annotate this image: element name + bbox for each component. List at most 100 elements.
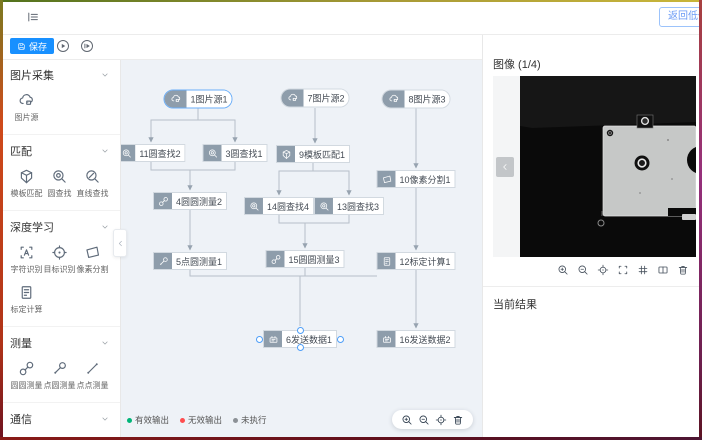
step-run-icon[interactable] — [80, 39, 94, 53]
node-label: 6发送数据1 — [282, 331, 336, 347]
legend-item: 未执行 — [233, 414, 267, 426]
hamburger-menu-icon[interactable] — [26, 10, 40, 24]
section-title: 通信 — [10, 411, 32, 427]
tool-calibration[interactable]: 标定计算 — [10, 284, 43, 315]
node-label: 8图片源3 — [404, 91, 449, 108]
zoom-out-icon[interactable] — [577, 264, 589, 276]
template-match-icon — [18, 168, 35, 185]
back-to-lowcode-button[interactable]: 返回低代码 — [659, 7, 702, 27]
flow-node-8[interactable]: 8图片源3 — [381, 90, 450, 109]
legend-label: 无效输出 — [188, 414, 222, 426]
node-label: 11圆查找2 — [135, 145, 184, 161]
sidebar-section-header[interactable]: 通信 — [10, 411, 110, 427]
compare-icon[interactable] — [657, 264, 669, 276]
chevron-down-icon — [100, 338, 110, 348]
legend-item: 有效输出 — [127, 414, 169, 426]
node-label: 13圆查找3 — [333, 198, 383, 214]
legend-dot — [127, 418, 132, 423]
flow-node-10[interactable]: 10像素分割1 — [376, 170, 455, 188]
tool-send-data[interactable] — [10, 436, 43, 440]
section-title: 匹配 — [10, 143, 32, 159]
previous-image-button[interactable] — [496, 157, 514, 177]
sidebar-section: 图片采集图片源 — [0, 59, 120, 135]
flow-node-7[interactable]: 7图片源2 — [280, 89, 349, 108]
chevron-left-icon — [500, 162, 510, 172]
tool-line-find[interactable]: 直线查找 — [76, 168, 109, 199]
legend-dot — [233, 418, 238, 423]
sidebar-collapse-handle[interactable] — [113, 229, 127, 257]
tool-circle-circle-measure[interactable]: 圆圆测量 — [10, 360, 43, 391]
sidebar-section-header[interactable]: 测量 — [10, 335, 110, 351]
sidebar-section-header[interactable]: 匹配 — [10, 143, 110, 159]
flow-node-12[interactable]: 12标定计算1 — [376, 252, 455, 270]
tool-point-point-measure[interactable]: 点点测量 — [76, 360, 109, 391]
fullscreen-icon[interactable] — [617, 264, 629, 276]
flow-node-11[interactable]: 11圆查找2 — [116, 144, 185, 162]
sidebar-section: 匹配模板匹配圆查找直线查找 — [0, 135, 120, 211]
tool-label: 点圆测量 — [44, 380, 76, 391]
tool-template-match[interactable]: 模板匹配 — [10, 168, 43, 199]
line-find-icon — [84, 168, 101, 185]
image-viewer[interactable] — [493, 76, 696, 257]
image-toolbar — [557, 264, 689, 276]
chevron-down-icon — [100, 414, 110, 424]
save-icon — [17, 42, 26, 51]
node-handle-left[interactable] — [256, 336, 263, 343]
flow-node-16[interactable]: 16发送数据2 — [376, 330, 455, 348]
cloud-image-icon — [164, 91, 186, 108]
tool-label: 标定计算 — [11, 304, 43, 315]
locate-icon[interactable] — [435, 414, 447, 426]
tool-char-recognition[interactable]: 字符识别 — [10, 244, 43, 275]
node-handle-bottom[interactable] — [297, 344, 304, 351]
flow-node-1[interactable]: 1图片源1 — [163, 90, 232, 109]
save-button[interactable]: 保存 — [10, 38, 54, 54]
node-label: 14圆查找4 — [263, 198, 313, 214]
trash-icon[interactable] — [677, 264, 689, 276]
top-bar: 返回低代码 — [0, 0, 702, 35]
target-recognition-icon — [51, 244, 68, 261]
section-items: 模板匹配圆查找直线查找 — [10, 168, 110, 208]
tool-cloud-image[interactable]: 图片源 — [10, 92, 43, 123]
flow-node-6[interactable]: 6发送数据1 — [263, 330, 337, 348]
tool-circle-find[interactable]: 圆查找 — [43, 168, 76, 199]
flow-toolbar: 保存 — [0, 34, 482, 60]
flow-node-4[interactable]: 4圆圆测量2 — [153, 192, 227, 210]
preview-image — [520, 76, 696, 257]
flow-node-13[interactable]: 13圆查找3 — [314, 197, 384, 215]
flow-node-14[interactable]: 14圆查找4 — [244, 197, 314, 215]
circle-circle-measure-icon — [266, 251, 284, 267]
sidebar-section-header[interactable]: 图片采集 — [10, 67, 110, 83]
flow-node-3[interactable]: 3圆查找1 — [202, 144, 267, 162]
section-title: 测量 — [10, 335, 32, 351]
locate-icon[interactable] — [597, 264, 609, 276]
flow-node-5[interactable]: 5点圆测量1 — [153, 252, 227, 270]
node-label: 16发送数据2 — [395, 331, 454, 347]
tool-label: 目标识别 — [44, 264, 76, 275]
current-result-title: 当前结果 — [493, 296, 537, 312]
legend-label: 有效输出 — [135, 414, 169, 426]
sidebar-section-header[interactable]: 深度学习 — [10, 219, 110, 235]
section-items: 字符识别目标识别像素分割标定计算 — [10, 244, 110, 324]
sidebar-section: 通信 — [0, 403, 120, 440]
tool-label: 模板匹配 — [11, 188, 43, 199]
tool-target-recognition[interactable]: 目标识别 — [43, 244, 76, 275]
tool-point-circle-measure[interactable]: 点圆测量 — [43, 360, 76, 391]
chevron-down-icon — [100, 146, 110, 156]
node-label: 5点圆测量1 — [172, 253, 226, 269]
node-handle-right[interactable] — [337, 336, 344, 343]
zoom-out-icon[interactable] — [418, 414, 430, 426]
zoom-in-icon[interactable] — [557, 264, 569, 276]
circle-find-icon — [203, 145, 221, 161]
tool-label: 像素分割 — [77, 264, 109, 275]
tool-label: 字符识别 — [11, 264, 43, 275]
run-icon[interactable] — [56, 39, 70, 53]
zoom-in-icon[interactable] — [401, 414, 413, 426]
trash-icon[interactable] — [452, 414, 464, 426]
flow-node-15[interactable]: 15圆圆测量3 — [265, 250, 344, 268]
tool-pixel-segmentation[interactable]: 像素分割 — [76, 244, 109, 275]
chevron-down-icon — [100, 222, 110, 232]
grid-icon[interactable] — [637, 264, 649, 276]
node-handle-top[interactable] — [297, 327, 304, 334]
flow-node-9[interactable]: 9模板匹配1 — [276, 145, 350, 163]
tool-label: 点点测量 — [77, 380, 109, 391]
